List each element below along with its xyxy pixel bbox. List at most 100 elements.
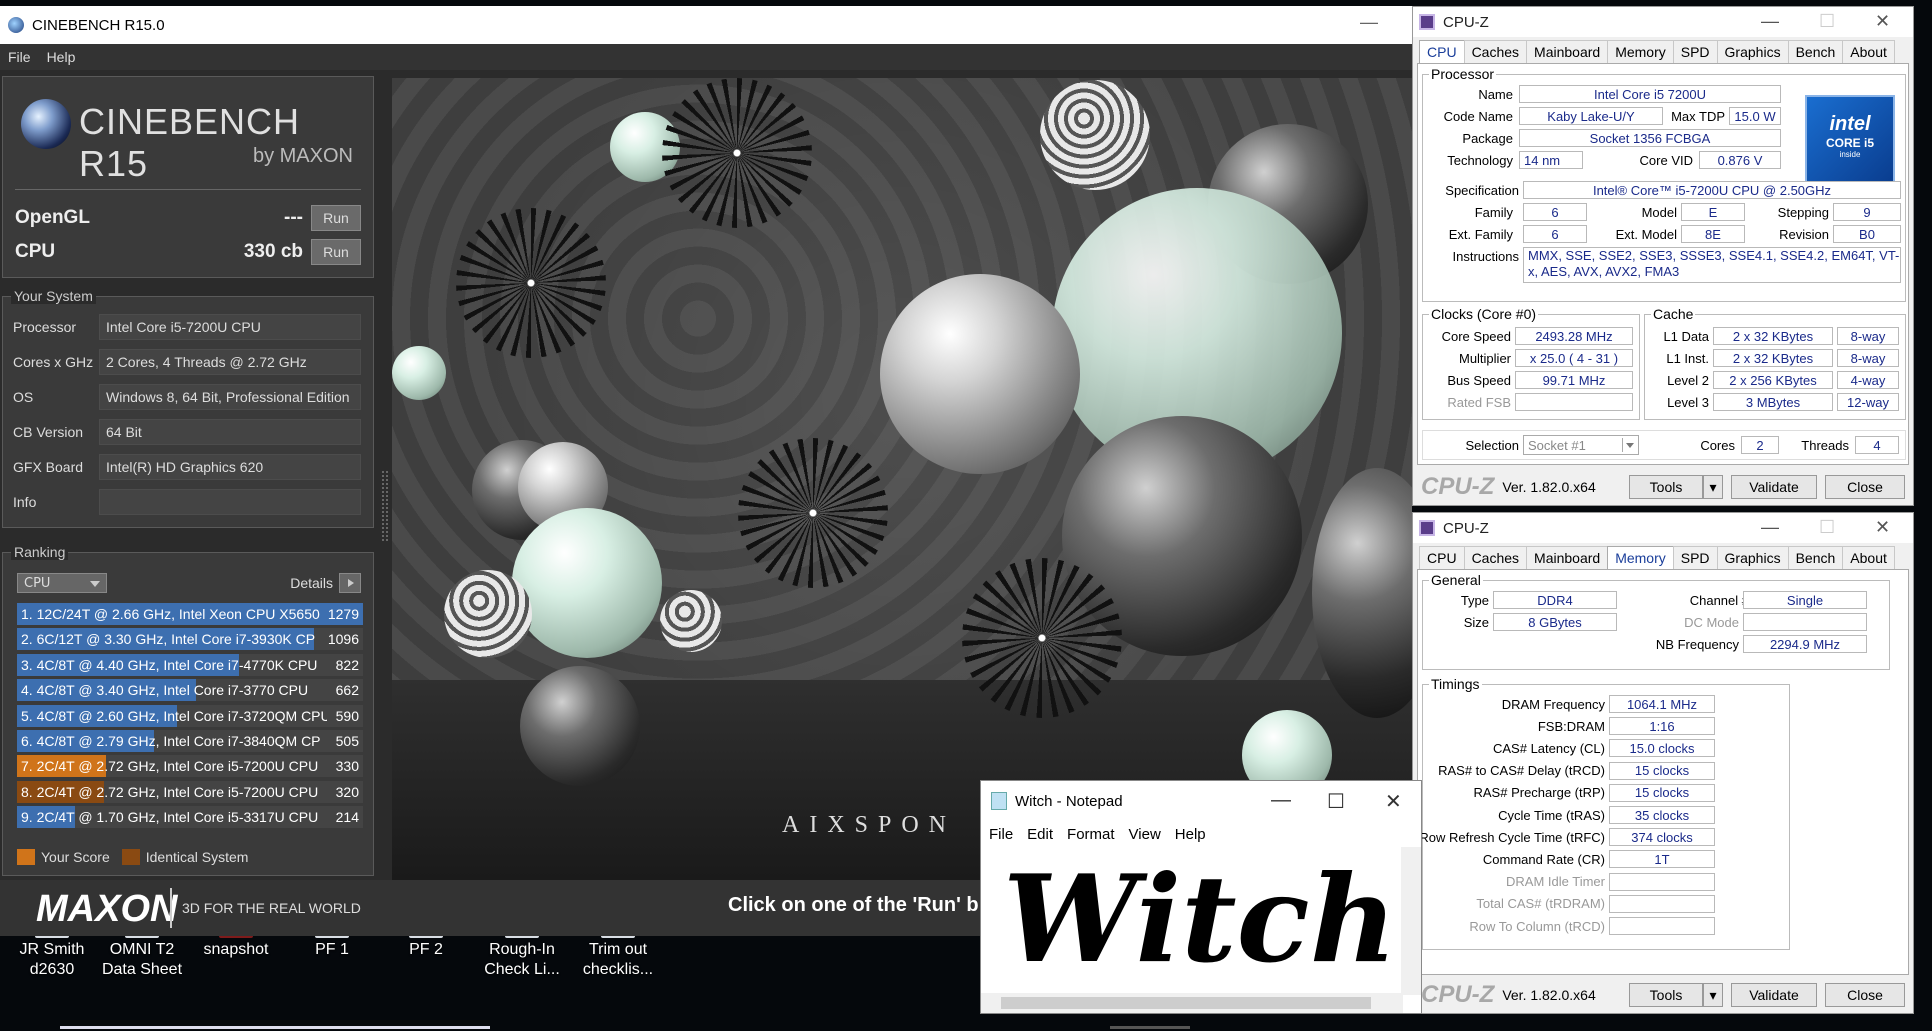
tab-bench[interactable]: Bench — [1787, 546, 1844, 569]
ranking-row[interactable]: 6. 4C/8T @ 2.79 GHz, Intel Core i7-3840Q… — [17, 730, 363, 752]
ranking-row[interactable]: 8. 2C/4T @ 2.72 GHz, Intel Core i5-7200U… — [17, 780, 363, 803]
info-field[interactable] — [99, 489, 361, 515]
tools-button[interactable]: Tools — [1629, 475, 1703, 499]
menu-format[interactable]: Format — [1061, 826, 1121, 843]
menu-help[interactable]: Help — [39, 49, 84, 65]
cinebench-titlebar[interactable]: CINEBENCH R15.0 — — [0, 6, 1412, 44]
timing-label: Cycle Time (tRAS) — [1498, 807, 1605, 823]
ranking-row[interactable]: 3. 4C/8T @ 4.40 GHz, Intel Core i7-4770K… — [17, 653, 363, 676]
maximize-icon[interactable]: ☐ — [1819, 517, 1835, 538]
cpuz-brand: CPU-Z — [1421, 473, 1495, 500]
tools-button[interactable]: Tools — [1629, 983, 1703, 1007]
cores-field: 2 — [1741, 436, 1779, 454]
ranking-row[interactable]: 9. 2C/4T @ 1.70 GHz, Intel Core i5-3317U… — [17, 806, 363, 829]
tab-spd[interactable]: SPD — [1672, 546, 1718, 569]
maximize-icon[interactable]: ☐ — [1819, 11, 1835, 32]
processor-group: Processor Name Intel Core i5 7200U Code … — [1422, 66, 1906, 302]
system-row-gfx: GFX Board Intel(R) HD Graphics 620 — [13, 453, 361, 481]
render-sphere — [880, 274, 1080, 474]
opengl-run-button[interactable]: Run — [311, 205, 361, 231]
tab-memory[interactable]: Memory — [1607, 40, 1674, 63]
cpuz-titlebar[interactable]: CPU-Z — ☐ ✕ — [1413, 513, 1913, 543]
minimize-icon[interactable]: — — [1271, 789, 1291, 812]
channel-field: Single — [1743, 591, 1867, 609]
identical-system-swatch — [121, 849, 140, 865]
model-field: E — [1681, 203, 1745, 221]
maximize-icon[interactable]: ☐ — [1327, 789, 1345, 814]
tab-caches[interactable]: Caches — [1463, 546, 1528, 569]
minimize-icon[interactable]: — — [1360, 12, 1378, 33]
tab-cpu[interactable]: CPU — [1419, 40, 1465, 63]
menu-view[interactable]: View — [1123, 826, 1167, 843]
opengl-score-row: OpenGL --- Run — [15, 205, 361, 231]
validate-button[interactable]: Validate — [1731, 983, 1817, 1007]
opengl-label: OpenGL — [15, 207, 90, 228]
max-tdp-field: 15.0 W — [1729, 107, 1781, 125]
ranking-row[interactable]: 2. 6C/12T @ 3.30 GHz, Intel Core i7-3930… — [17, 628, 363, 651]
notepad-text-area[interactable]: Witch — [981, 847, 1403, 995]
tab-graphics[interactable]: Graphics — [1716, 40, 1789, 63]
tab-bench[interactable]: Bench — [1787, 40, 1844, 63]
close-icon[interactable]: ✕ — [1385, 789, 1402, 814]
timings-group: Timings DRAM Frequency 1064.1 MHz FSB:DRAM… — [1419, 676, 1790, 950]
details-toggle[interactable]: Details — [290, 573, 361, 593]
ranking-text: 2. 6C/12T @ 3.30 GHz, Intel Core i7-3930… — [21, 631, 316, 648]
run-hint: Click on one of the 'Run' b — [728, 894, 979, 916]
ranking-row[interactable]: 5. 4C/8T @ 2.60 GHz, Intel Core i7-3720Q… — [17, 704, 363, 727]
menu-help[interactable]: Help — [1169, 826, 1212, 843]
tab-mainboard[interactable]: Mainboard — [1526, 546, 1609, 569]
close-icon[interactable]: ✕ — [1875, 11, 1890, 32]
ranking-score: 662 — [335, 682, 359, 699]
chevron-right-icon[interactable] — [339, 573, 361, 593]
cpu-run-button[interactable]: Run — [311, 239, 361, 265]
chevron-down-icon: ▾ — [1709, 986, 1717, 1003]
ranking-score: 320 — [335, 783, 359, 800]
ranking-row[interactable]: 1. 12C/24T @ 2.66 GHz, Intel Xeon CPU X5… — [17, 603, 363, 625]
revision-field: B0 — [1833, 225, 1901, 243]
ranking-score: 1279 — [327, 606, 359, 622]
ranking-select[interactable]: CPU — [17, 573, 107, 593]
tab-memory[interactable]: Memory — [1607, 546, 1674, 569]
cinebench-app-icon — [8, 17, 24, 33]
scrollbar-thumb[interactable] — [1001, 997, 1371, 1009]
cpuz-titlebar[interactable]: CPU-Z — ☐ ✕ — [1413, 7, 1913, 37]
tab-about[interactable]: About — [1842, 40, 1895, 63]
ranking-score: 505 — [335, 733, 359, 749]
close-button[interactable]: Close — [1825, 475, 1905, 499]
cpu-name-field: Intel Core i5 7200U — [1519, 85, 1781, 103]
tab-spd[interactable]: SPD — [1672, 40, 1718, 63]
menu-file[interactable]: File — [0, 49, 39, 65]
menu-edit[interactable]: Edit — [1021, 826, 1059, 843]
menu-file[interactable]: File — [983, 826, 1019, 843]
timing-value: 1064.1 MHz — [1609, 695, 1715, 713]
socket-select[interactable]: Socket #1 — [1523, 435, 1639, 455]
core-vid-field: 0.876 V — [1699, 151, 1781, 169]
close-icon[interactable]: ✕ — [1875, 517, 1890, 538]
minimize-icon[interactable]: — — [1761, 517, 1779, 538]
ranking-row[interactable]: 4. 4C/8T @ 3.40 GHz, Intel Core i7-3770 … — [17, 679, 363, 702]
timing-value: 1:16 — [1609, 717, 1715, 736]
nb-frequency-field: 2294.9 MHz — [1743, 635, 1867, 653]
minimize-icon[interactable]: — — [1761, 11, 1779, 32]
cinebench-score-panel: CINEBENCH R15 by MAXON OpenGL --- Run CP… — [2, 76, 374, 278]
tab-caches[interactable]: Caches — [1463, 40, 1528, 63]
tab-cpu[interactable]: CPU — [1419, 546, 1465, 569]
tools-dropdown-button[interactable]: ▾ — [1703, 475, 1723, 499]
render-sphere — [660, 590, 722, 652]
ranking-text: 1. 12C/24T @ 2.66 GHz, Intel Xeon CPU X5… — [21, 606, 320, 622]
notepad-titlebar[interactable]: Witch - Notepad — ☐ ✕ — [981, 781, 1421, 821]
tab-graphics[interactable]: Graphics — [1716, 546, 1789, 569]
window-title: CINEBENCH R15.0 — [32, 16, 165, 34]
timing-label: Row To Column (tRCD) — [1469, 918, 1605, 934]
ranking-row[interactable]: 7. 2C/4T @ 2.72 GHz, Intel Core i5-7200U… — [17, 755, 363, 778]
tools-dropdown-button[interactable]: ▾ — [1703, 983, 1723, 1007]
validate-button[interactable]: Validate — [1731, 475, 1817, 499]
horizontal-scrollbar[interactable] — [981, 993, 1403, 1013]
ranking-score: 214 — [335, 809, 359, 826]
tab-about[interactable]: About — [1842, 546, 1895, 569]
vertical-scrollbar[interactable] — [1401, 847, 1421, 995]
clocks-group: Clocks (Core #0) Core Speed 2493.28 MHz … — [1422, 306, 1640, 420]
tab-mainboard[interactable]: Mainboard — [1526, 40, 1609, 63]
panel-splitter-handle[interactable] — [382, 471, 388, 541]
close-button[interactable]: Close — [1825, 983, 1905, 1007]
